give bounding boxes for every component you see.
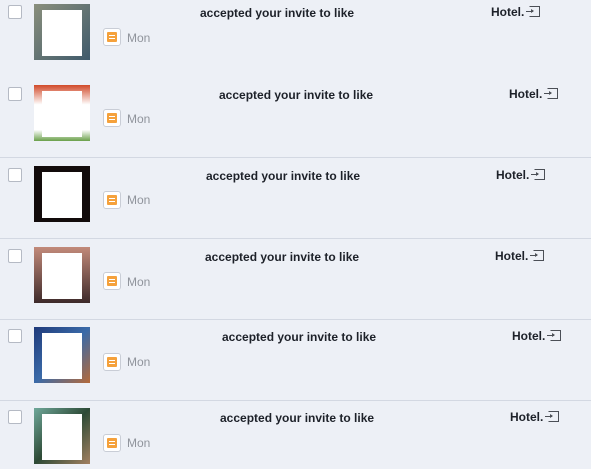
- page-name[interactable]: Hotel.: [510, 410, 543, 424]
- invite-flag-icon: [103, 434, 121, 452]
- timestamp: Mon: [127, 436, 151, 450]
- avatar-mask: [42, 91, 82, 137]
- page-link[interactable]: Hotel.: [510, 410, 560, 424]
- notification-row[interactable]: accepted your invite to like Hotel. Mon: [0, 239, 591, 320]
- select-checkbox[interactable]: [8, 87, 22, 101]
- notification-message: accepted your invite to like: [220, 411, 375, 425]
- notification-row[interactable]: accepted your invite to like Hotel. Mon: [0, 158, 591, 239]
- notification-row[interactable]: accepted your invite to like Hotel. Mon: [0, 77, 591, 158]
- page-link[interactable]: Hotel.: [495, 249, 545, 263]
- select-checkbox[interactable]: [8, 168, 22, 182]
- invite-flag-icon: [103, 28, 121, 46]
- notification-message: accepted your invite to like: [219, 88, 374, 102]
- notification-row[interactable]: accepted your invite to like Hotel. Mon: [0, 0, 591, 81]
- notification-list: accepted your invite to like Hotel. Mon …: [0, 0, 591, 469]
- avatar[interactable]: [34, 327, 90, 383]
- avatar[interactable]: [34, 85, 90, 141]
- notification-message: accepted your invite to like: [205, 250, 360, 264]
- select-checkbox[interactable]: [8, 249, 22, 263]
- login-icon: [547, 330, 562, 341]
- notification-message: accepted your invite to like: [200, 6, 355, 20]
- select-checkbox[interactable]: [8, 410, 22, 424]
- login-icon: [531, 169, 546, 180]
- invite-flag-icon: [103, 109, 121, 127]
- avatar[interactable]: [34, 166, 90, 222]
- page-name[interactable]: Hotel.: [496, 168, 529, 182]
- invite-flag-icon: [103, 272, 121, 290]
- notification-row[interactable]: accepted your invite to like Hotel. Mon: [0, 320, 591, 401]
- avatar[interactable]: [34, 4, 90, 60]
- invite-flag-icon: [103, 191, 121, 209]
- page-link[interactable]: Hotel.: [509, 87, 559, 101]
- login-icon: [526, 6, 541, 17]
- avatar-mask: [42, 10, 82, 56]
- timestamp: Mon: [127, 275, 151, 289]
- avatar-mask: [42, 172, 82, 218]
- notification-row[interactable]: accepted your invite to like Hotel. Mon: [0, 401, 591, 469]
- timestamp: Mon: [127, 112, 151, 126]
- avatar[interactable]: [34, 247, 90, 303]
- page-link[interactable]: Hotel.: [491, 5, 541, 19]
- select-checkbox[interactable]: [8, 5, 22, 19]
- select-checkbox[interactable]: [8, 329, 22, 343]
- login-icon: [530, 250, 545, 261]
- page-link[interactable]: Hotel.: [512, 329, 562, 343]
- page-name[interactable]: Hotel.: [495, 249, 528, 263]
- timestamp: Mon: [127, 355, 151, 369]
- notification-message: accepted your invite to like: [206, 169, 361, 183]
- invite-flag-icon: [103, 353, 121, 371]
- avatar-mask: [42, 253, 82, 299]
- avatar-mask: [42, 333, 82, 379]
- notification-message: accepted your invite to like: [222, 330, 377, 344]
- avatar-mask: [42, 414, 82, 460]
- login-icon: [545, 411, 560, 422]
- page-name[interactable]: Hotel.: [512, 329, 545, 343]
- page-name[interactable]: Hotel.: [509, 87, 542, 101]
- login-icon: [544, 88, 559, 99]
- timestamp: Mon: [127, 31, 151, 45]
- timestamp: Mon: [127, 193, 151, 207]
- page-name[interactable]: Hotel.: [491, 5, 524, 19]
- page-link[interactable]: Hotel.: [496, 168, 546, 182]
- avatar[interactable]: [34, 408, 90, 464]
